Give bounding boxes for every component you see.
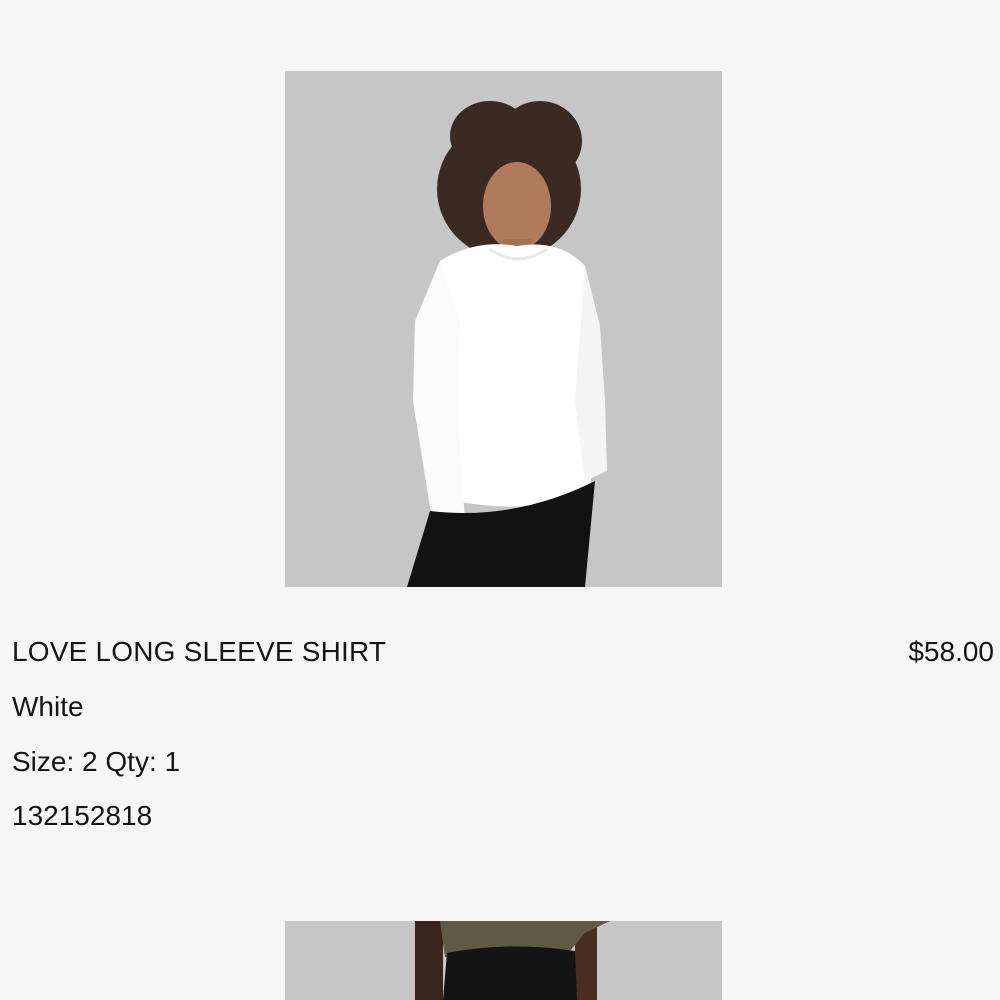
product-name[interactable]: LOVE LONG SLEEVE SHIRT (12, 636, 386, 668)
product-price: $58.00 (908, 636, 994, 667)
product-sku: 132152818 (12, 800, 153, 831)
product-size-qty: Size: 2 Qty: 1 (12, 746, 181, 777)
product-color: White (12, 691, 84, 722)
product-image[interactable] (285, 71, 722, 587)
next-product-photo (285, 921, 722, 1000)
product-photo (285, 71, 722, 587)
next-product-image[interactable] (285, 921, 722, 1000)
